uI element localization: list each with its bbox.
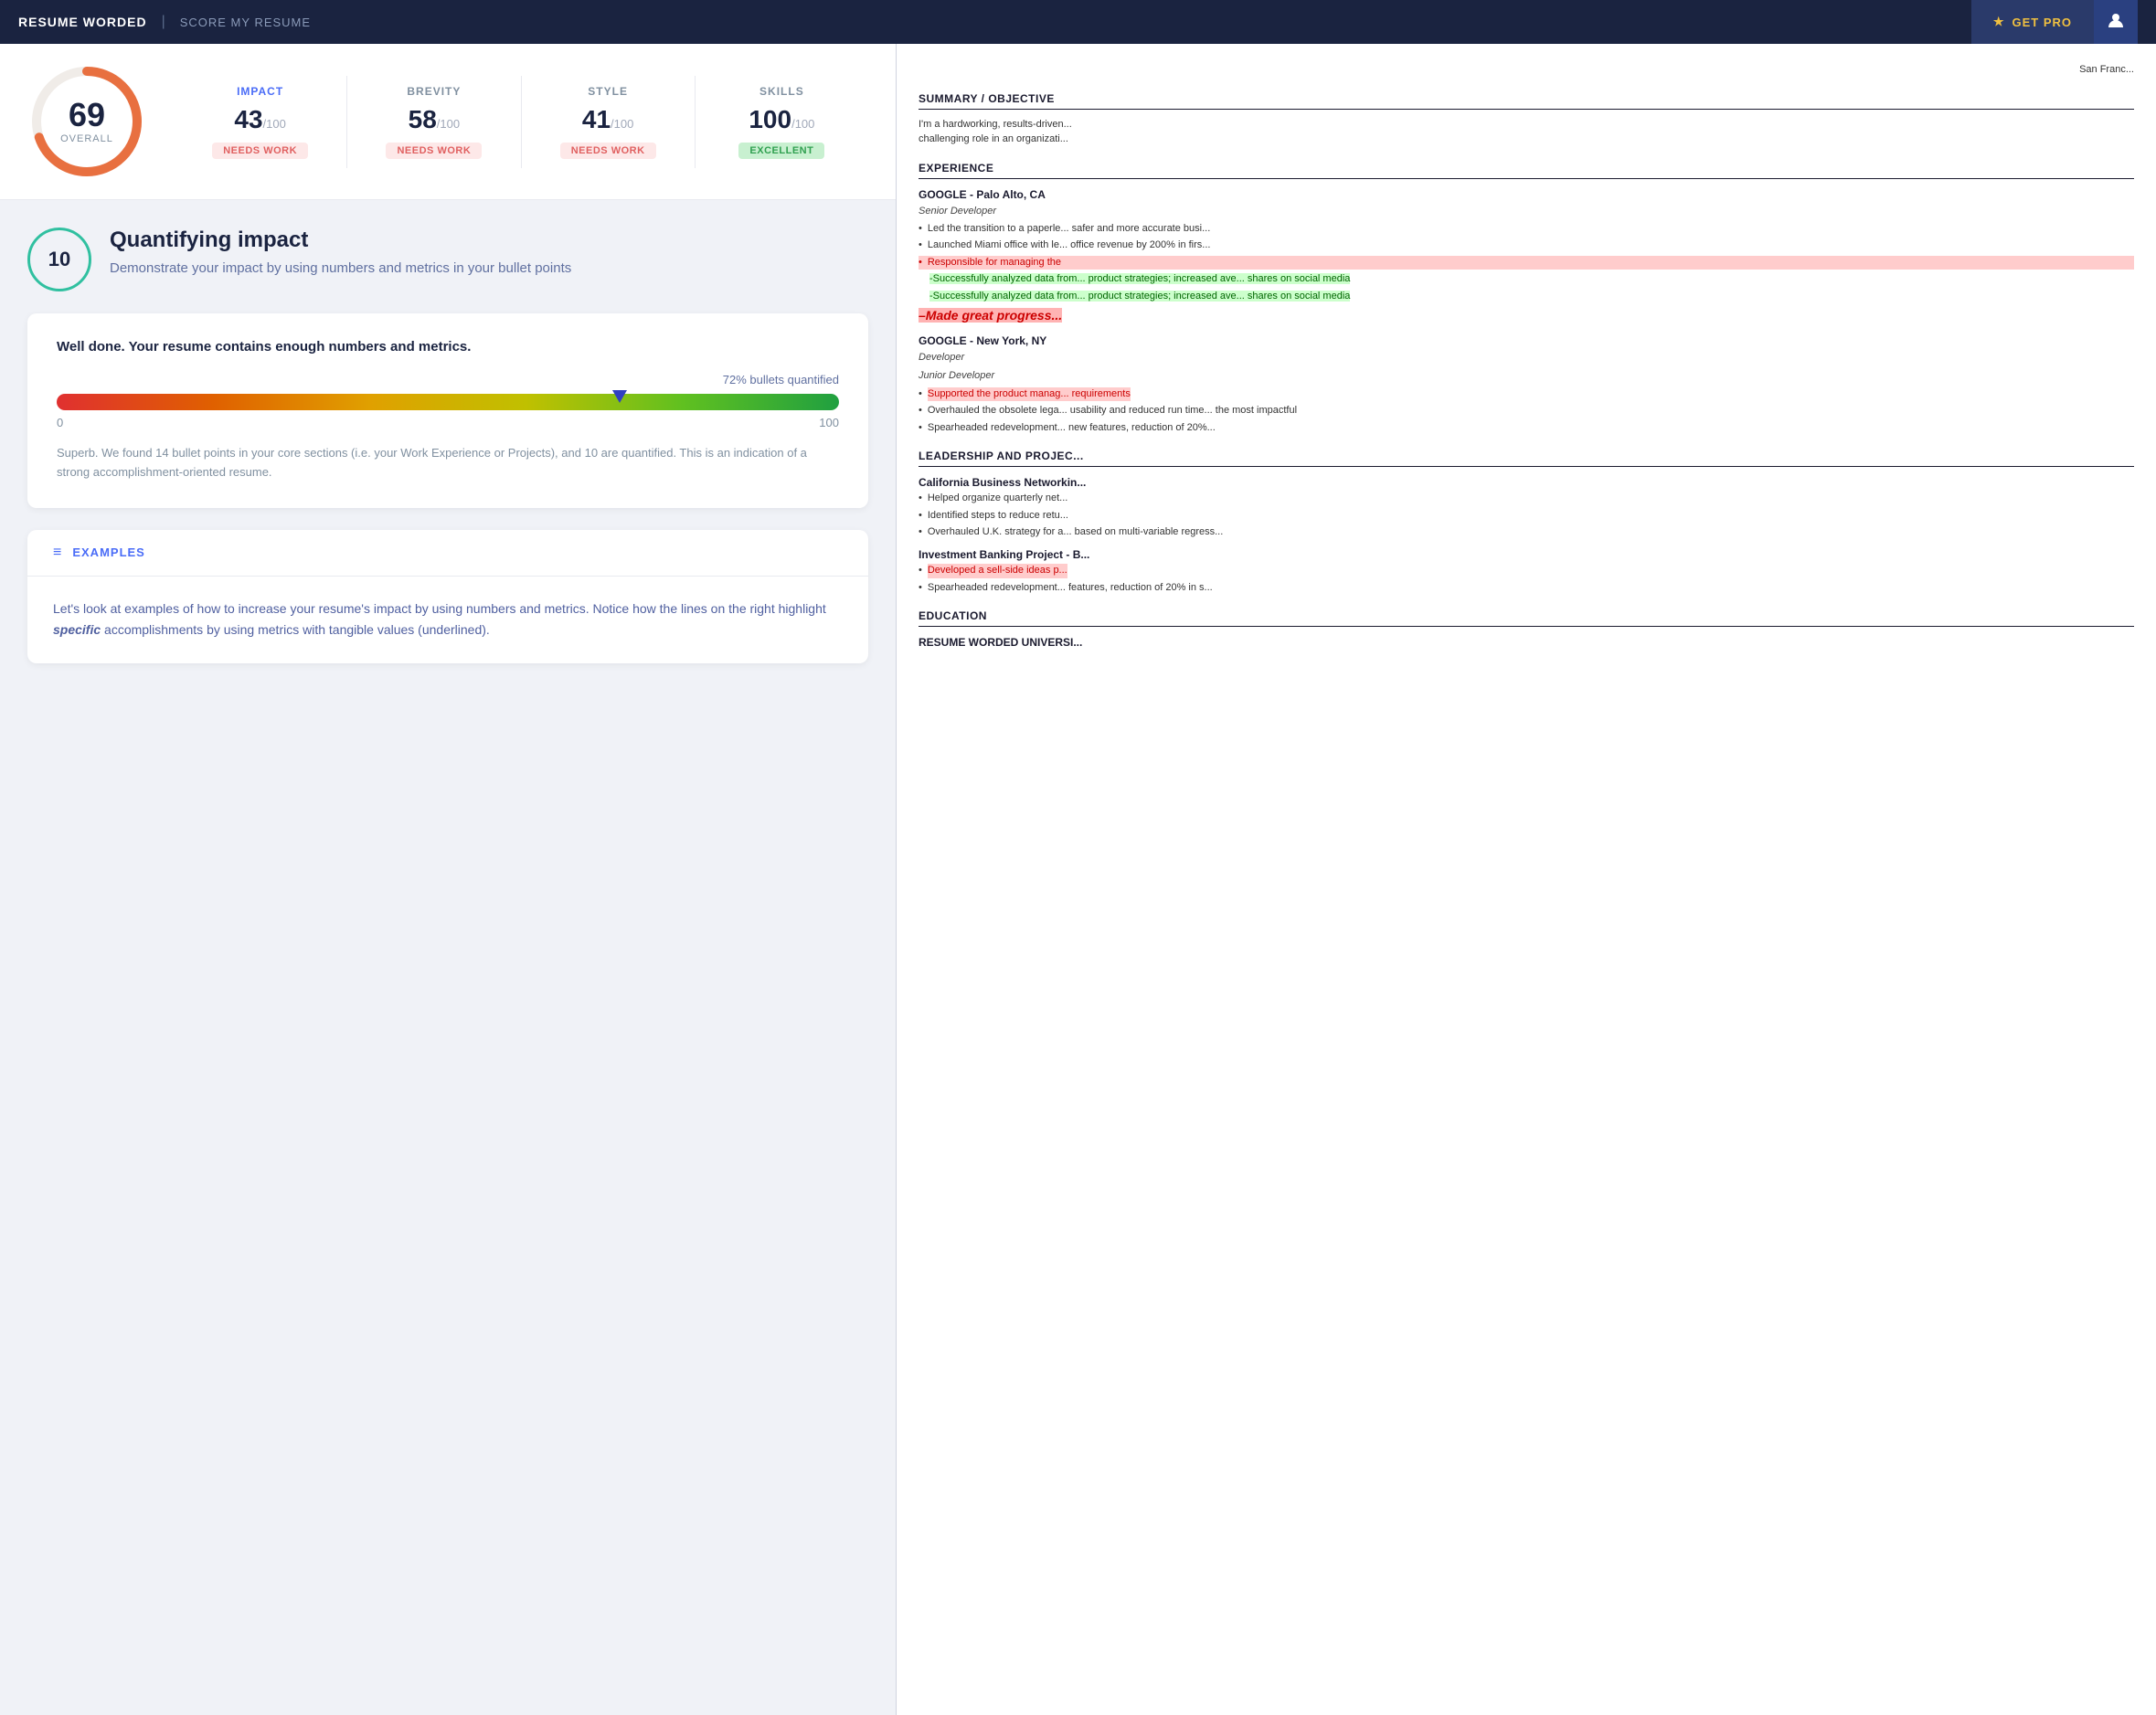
resume-experience-title: EXPERIENCE xyxy=(919,160,2134,179)
nav-right: ★ GET PRO xyxy=(1971,0,2138,44)
resume-continuation-2: -Successfully analyzed data from... prod… xyxy=(929,290,2134,303)
examples-section: ≡ EXAMPLES Let's look at examples of how… xyxy=(27,530,868,664)
examples-header: ≡ EXAMPLES xyxy=(27,530,868,577)
badge-brevity: NEEDS WORK xyxy=(386,143,482,159)
user-icon-button[interactable] xyxy=(2094,0,2138,44)
resume-summary-text: I'm a hardworking, results-driven... cha… xyxy=(919,117,2134,147)
progress-bar-track xyxy=(57,394,839,410)
resume-bullet: Developed a sell-side ideas p... xyxy=(919,564,2134,577)
resume-location: San Franc... xyxy=(919,62,2134,78)
resume-strikethrough: –Made great progress... xyxy=(919,306,2134,325)
progress-max: 100 xyxy=(819,416,839,429)
top-nav: RESUME WORDED | SCORE MY RESUME ★ GET PR… xyxy=(0,0,2156,44)
category-name-impact: IMPACT xyxy=(192,85,328,98)
section-number-circle: 10 xyxy=(27,228,91,291)
examples-icon: ≡ xyxy=(53,545,61,561)
badge-skills: EXCELLENT xyxy=(738,143,824,159)
left-panel: 69 OVERALL IMPACT 43/100 NEEDS WORK BREV… xyxy=(0,44,896,1715)
badge-style: NEEDS WORK xyxy=(560,143,656,159)
overall-score-circle: 69 OVERALL xyxy=(27,62,146,181)
category-value-style: 41/100 xyxy=(540,105,676,134)
nav-subtitle: SCORE MY RESUME xyxy=(180,16,311,29)
category-name-brevity: BREVITY xyxy=(366,85,502,98)
overall-score-value: 69 xyxy=(60,99,113,132)
resume-summary-title: SUMMARY / OBJECTIVE xyxy=(919,90,2134,110)
nav-divider: | xyxy=(162,14,165,30)
progress-min: 0 xyxy=(57,416,63,429)
category-value-impact: 43/100 xyxy=(192,105,328,134)
brand-name: RESUME WORDED xyxy=(18,15,147,29)
progress-bar-container xyxy=(57,394,839,410)
resume-bullet: Spearheaded redevelopment... features, r… xyxy=(919,581,2134,595)
score-category-brevity[interactable]: BREVITY 58/100 NEEDS WORK xyxy=(346,76,520,168)
resume-continuation: -Successfully analyzed data from... prod… xyxy=(929,272,2134,286)
section-description: Demonstrate your impact by using numbers… xyxy=(110,259,571,280)
resume-bullet: Identified steps to reduce retu... xyxy=(919,509,2134,523)
category-name-style: STYLE xyxy=(540,85,676,98)
overall-score-label: OVERALL xyxy=(60,133,113,144)
get-pro-button[interactable]: ★ GET PRO xyxy=(1971,0,2094,44)
resume-bullet: Led the transition to a paperle... safer… xyxy=(919,222,2134,236)
content-area: 10 Quantifying impact Demonstrate your i… xyxy=(0,200,896,1715)
resume-role-2b: Junior Developer xyxy=(919,368,2134,384)
resume-role-1: Senior Developer xyxy=(919,204,2134,219)
badge-impact: NEEDS WORK xyxy=(212,143,308,159)
resume-company-4: Investment Banking Project - B... xyxy=(919,546,2134,563)
section-title-block: Quantifying impact Demonstrate your impa… xyxy=(110,228,571,280)
score-category-skills[interactable]: SKILLS 100/100 EXCELLENT xyxy=(695,76,868,168)
progress-numbers: 0 100 xyxy=(57,416,839,429)
resume-bullet: Helped organize quarterly net... xyxy=(919,492,2134,505)
resume-university: RESUME WORDED UNIVERSI... xyxy=(919,634,2134,651)
examples-body: Let's look at examples of how to increas… xyxy=(27,577,868,664)
resume-bullet: Overhauled U.K. strategy for a... based … xyxy=(919,525,2134,539)
section-title: Quantifying impact xyxy=(110,228,571,253)
section-header: 10 Quantifying impact Demonstrate your i… xyxy=(27,228,868,291)
resume-education-title: EDUCATION xyxy=(919,608,2134,627)
resume-leadership-title: LEADERSHIP AND PROJEC... xyxy=(919,448,2134,467)
resume-bullet: Overhauled the obsolete lega... usabilit… xyxy=(919,404,2134,418)
resume-company-3: California Business Networkin... xyxy=(919,474,2134,491)
resume-company-1: GOOGLE - Palo Alto, CA xyxy=(919,186,2134,203)
progress-card: Well done. Your resume contains enough n… xyxy=(27,313,868,508)
category-value-brevity: 58/100 xyxy=(366,105,502,134)
resume-bullet: Supported the product manag... requireme… xyxy=(919,387,2134,401)
examples-title: EXAMPLES xyxy=(72,545,145,559)
right-panel: San Franc... SUMMARY / OBJECTIVE I'm a h… xyxy=(896,44,2156,1715)
progress-description: Superb. We found 14 bullet points in you… xyxy=(57,444,839,482)
score-categories: IMPACT 43/100 NEEDS WORK BREVITY 58/100 … xyxy=(174,76,868,168)
score-category-style[interactable]: STYLE 41/100 NEEDS WORK xyxy=(521,76,695,168)
resume-bullet-highlighted-red: Responsible for managing the xyxy=(919,256,2134,270)
main-layout: 69 OVERALL IMPACT 43/100 NEEDS WORK BREV… xyxy=(0,44,2156,1715)
progress-marker xyxy=(612,390,627,403)
score-header: 69 OVERALL IMPACT 43/100 NEEDS WORK BREV… xyxy=(0,44,896,200)
progress-label: 72% bullets quantified xyxy=(57,373,839,386)
resume-bullet: Spearheaded redevelopment... new feature… xyxy=(919,421,2134,435)
user-icon xyxy=(2107,11,2125,34)
category-value-skills: 100/100 xyxy=(714,105,850,134)
examples-text: Let's look at examples of how to increas… xyxy=(53,598,843,642)
get-pro-label: GET PRO xyxy=(2012,16,2072,29)
card-title: Well done. Your resume contains enough n… xyxy=(57,339,839,355)
resume-bullet: Launched Miami office with le... office … xyxy=(919,238,2134,252)
resume-role-2a: Developer xyxy=(919,350,2134,365)
category-name-skills: SKILLS xyxy=(714,85,850,98)
resume-company-2: GOOGLE - New York, NY xyxy=(919,333,2134,349)
score-category-impact[interactable]: IMPACT 43/100 NEEDS WORK xyxy=(174,76,346,168)
star-icon: ★ xyxy=(1993,15,2005,29)
